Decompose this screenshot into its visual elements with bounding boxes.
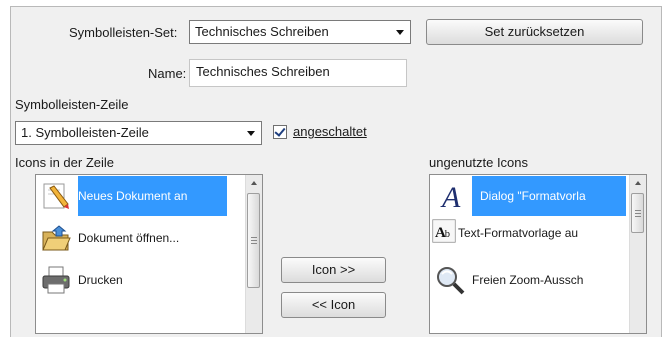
name-input-value: Technisches Schreiben [196,64,330,79]
scrollbar-thumb[interactable] [247,193,260,288]
list-item[interactable]: A Dialog "Formatvorla [430,176,630,216]
toolbar-set-value: Technisches Schreiben [195,24,329,39]
scrollbar-thumb[interactable] [631,193,644,233]
chevron-down-icon [247,131,255,136]
icons-in-row-scrollbar[interactable] [245,175,262,333]
chevron-down-icon [396,30,404,35]
list-item-label: Drucken [78,273,123,287]
reset-set-button-label: Set zurücksetzen [484,24,585,39]
icons-in-row-heading: Icons in der Zeile [15,155,114,170]
toolbar-settings-panel: Symbolleisten-Set: Technisches Schreiben… [10,6,662,337]
unused-icons-heading: ungenutzte Icons [429,155,529,170]
magnifier-zoom-icon [437,267,465,295]
icons-in-row-list[interactable]: Neues Dokument an Dokument öffnen... Dru… [35,174,263,334]
text-style-ab-icon: A b [432,219,456,243]
reset-set-button[interactable]: Set zurücksetzen [426,19,643,45]
add-icon-button-label: Icon >> [311,262,356,277]
list-item-label: Dokument öffnen... [78,231,180,245]
list-item-label: Neues Dokument an [78,176,228,216]
svg-text:b: b [445,229,450,240]
enabled-checkbox-label[interactable]: angeschaltet [293,124,367,139]
grip-icon [251,237,257,244]
svg-text:A: A [440,181,461,212]
toolbar-row-dropdown[interactable]: 1. Symbolleisten-Zeile [15,121,262,145]
toolbar-set-label: Symbolleisten-Set: [69,25,178,40]
list-item[interactable]: Dokument öffnen... [36,218,236,258]
new-document-pencil-icon [43,183,69,209]
unused-icons-scrollbar[interactable] [629,175,646,333]
list-item[interactable]: Drucken [36,260,236,300]
list-item-label: Text-Formatvorlage au [458,226,579,240]
name-input[interactable]: Technisches Schreiben [189,59,407,87]
list-item[interactable]: Neues Dokument an [36,176,236,216]
scroll-up-icon[interactable] [251,181,257,185]
grip-icon [635,210,641,217]
enabled-checkbox[interactable] [273,125,287,139]
unused-icons-list[interactable]: A Dialog "Formatvorla A b Text-Formatvor… [429,174,647,334]
add-icon-button[interactable]: Icon >> [281,257,386,283]
remove-icon-button-label: << Icon [311,297,356,312]
list-item-label: Dialog "Formatvorla [472,176,626,216]
italic-a-format-icon: A [440,181,461,212]
remove-icon-button[interactable]: << Icon [281,292,386,318]
toolbar-set-dropdown[interactable]: Technisches Schreiben [189,20,411,44]
printer-icon [42,266,70,294]
toolbar-row-heading: Symbolleisten-Zeile [15,97,129,112]
toolbar-row-value: 1. Symbolleisten-Zeile [21,125,149,140]
open-folder-icon [42,225,71,251]
scroll-up-icon[interactable] [635,181,641,185]
list-item[interactable]: Freien Zoom-Aussch [430,260,630,300]
list-item[interactable]: A b Text-Formatvorlage au [430,218,630,258]
name-label: Name: [148,66,187,81]
list-item-label: Freien Zoom-Aussch [472,273,584,287]
